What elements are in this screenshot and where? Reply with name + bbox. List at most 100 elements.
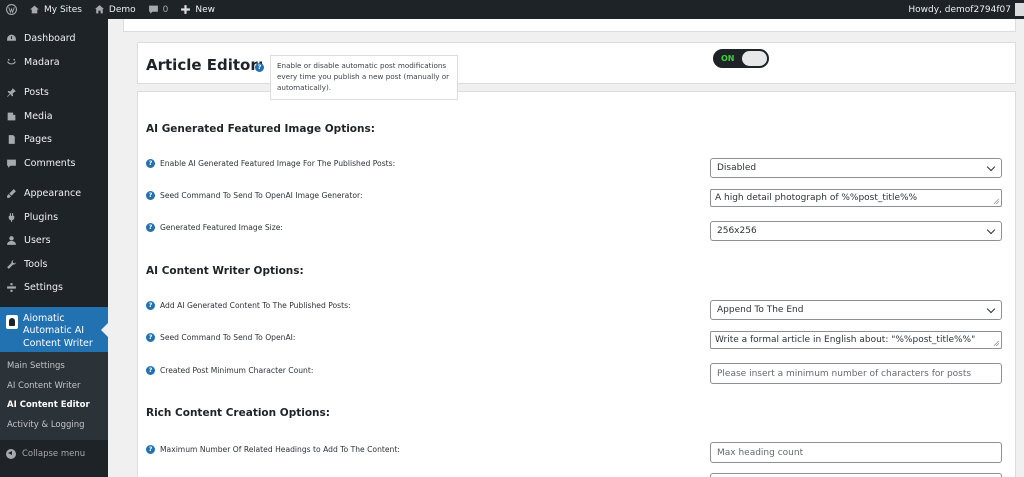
row-label-min-chars: ? Created Post Minimum Character Count: (146, 366, 313, 375)
comments-menu[interactable]: 0 (142, 0, 175, 19)
my-account-menu[interactable]: Howdy, demof2794f07 (902, 0, 1024, 19)
max-headings-input[interactable]: Max heading count (710, 442, 1002, 463)
my-sites-label: My Sites (44, 4, 82, 15)
sidebar-item-madara[interactable]: Madara (0, 51, 108, 75)
sidebar-item-label: Dashboard (24, 33, 76, 45)
sidebar-item-dashboard[interactable]: Dashboard (0, 27, 108, 51)
site-name-menu[interactable]: Demo (88, 0, 142, 19)
sidebar-item-settings[interactable]: Settings (0, 276, 108, 300)
sidebar-item-label: Posts (24, 87, 49, 99)
comment-icon (7, 159, 16, 168)
sidebar-item-media[interactable]: Media (0, 105, 108, 129)
help-icon[interactable]: ? (146, 159, 155, 168)
avatar (1015, 3, 1024, 16)
select-value: Append To The End (717, 305, 804, 315)
field-label: Created Post Minimum Character Count: (160, 366, 314, 375)
collapse-menu-button[interactable]: Collapse menu (0, 442, 108, 466)
enable-image-select[interactable]: Disabled (710, 158, 1002, 178)
new-content-menu[interactable]: New (174, 0, 221, 19)
article-editor-header: Article Editor: ? (137, 42, 1016, 84)
field-label: Add AI Generated Content To The Publishe… (160, 301, 351, 310)
help-icon[interactable]: ? (255, 63, 264, 72)
aiomatic-submenu: Main Settings AI Content Writer AI Conte… (0, 351, 108, 440)
admin-bar: My Sites Demo 0 New Howdy, demof2794f07 (0, 0, 1024, 19)
help-icon[interactable]: ? (146, 333, 155, 342)
textarea-value: Write a formal article in English about:… (715, 335, 976, 345)
row-label-max-headings: ? Maximum Number Of Related Headings to … (146, 445, 400, 454)
input-placeholder: Max heading count (717, 447, 804, 458)
field-label: Seed Command To Send To OpenAI: (160, 333, 296, 342)
wordpress-logo[interactable] (0, 0, 23, 19)
submenu-activity-logging[interactable]: Activity & Logging (0, 415, 108, 435)
submenu-ai-content-writer[interactable]: AI Content Writer (0, 376, 108, 396)
row-label-seed-content: ? Seed Command To Send To OpenAI: (146, 333, 295, 342)
section-heading-image: AI Generated Featured Image Options: (146, 123, 375, 135)
plugin-icon (8, 212, 15, 222)
sidebar-item-plugins[interactable]: Plugins (0, 206, 108, 230)
top-panel-edge (123, 19, 1016, 32)
field-label: Maximum Number Of Related Headings to Ad… (160, 445, 400, 454)
sidebar-item-aiomatic[interactable]: Aiomatic Automatic AI Content Writer (0, 306, 108, 352)
select-value: Disabled (717, 163, 757, 173)
my-sites-menu[interactable]: My Sites (23, 0, 88, 19)
image-size-select[interactable]: 256x256 (710, 221, 1002, 241)
page-title: Article Editor: (146, 56, 264, 74)
options-panel: AI Generated Featured Image Options: ? E… (137, 91, 1016, 477)
comments-count: 0 (162, 4, 169, 15)
help-icon[interactable]: ? (146, 223, 155, 232)
site-name-label: Demo (108, 4, 136, 15)
brush-icon (7, 189, 16, 199)
toggle-knob (742, 51, 767, 66)
sidebar-item-appearance[interactable]: Appearance (0, 182, 108, 206)
howdy-label: Howdy, demof2794f07 (908, 4, 1011, 15)
min-chars-input[interactable]: Please insert a minimum number of charac… (710, 363, 1002, 384)
madara-icon (7, 58, 16, 65)
section-heading-rich: Rich Content Creation Options: (146, 407, 330, 419)
section-heading-content: AI Content Writer Options: (146, 265, 304, 277)
admin-sidebar: Dashboard Madara Posts Media Pages Comme… (0, 19, 108, 477)
sidebar-item-comments[interactable]: Comments (0, 152, 108, 176)
help-tooltip: Enable or disable automatic post modific… (270, 55, 458, 100)
toggle-state-label: ON (721, 54, 735, 63)
field-label: Enable AI Generated Featured Image For T… (160, 159, 396, 168)
pages-icon (8, 135, 15, 145)
submenu-ai-content-editor[interactable]: AI Content Editor (0, 396, 108, 416)
sidebar-item-label: Pages (24, 134, 52, 146)
help-icon[interactable]: ? (146, 445, 155, 454)
sites-icon (30, 5, 39, 14)
field-label: Generated Featured Image Size: (160, 223, 283, 232)
comment-bubble-icon (148, 5, 158, 14)
sidebar-item-pages[interactable]: Pages (0, 128, 108, 152)
row-label-image-size: ? Generated Featured Image Size: (146, 223, 283, 232)
next-field-edge[interactable] (710, 473, 1002, 477)
media-icon (7, 112, 16, 121)
help-icon[interactable]: ? (146, 191, 155, 200)
submenu-main-settings[interactable]: Main Settings (0, 357, 108, 377)
collapse-arrow-icon (6, 448, 16, 459)
plus-icon (181, 5, 191, 14)
help-icon[interactable]: ? (146, 366, 155, 375)
sidebar-item-users[interactable]: Users (0, 229, 108, 253)
new-label: New (195, 4, 216, 15)
sidebar-item-posts[interactable]: Posts (0, 81, 108, 105)
sidebar-item-label: Settings (24, 282, 63, 294)
article-editor-toggle[interactable]: ON (713, 49, 769, 68)
seed-image-textarea[interactable]: A high detail photograph of %%post_title… (710, 189, 1002, 207)
add-content-select[interactable]: Append To The End (710, 300, 1002, 320)
sidebar-item-label: Media (24, 110, 53, 122)
row-label-add-content: ? Add AI Generated Content To The Publis… (146, 301, 351, 310)
sidebar-item-tools[interactable]: Tools (0, 253, 108, 277)
dashboard-icon (7, 34, 16, 41)
input-placeholder: Please insert a minimum number of charac… (717, 368, 972, 379)
sidebar-item-label: Madara (24, 56, 60, 68)
select-value: 256x256 (717, 226, 757, 236)
row-label-enable-image: ? Enable AI Generated Featured Image For… (146, 159, 395, 168)
current-menu-arrow (101, 322, 108, 337)
sidebar-item-label: Appearance (24, 188, 82, 200)
settings-icon (7, 283, 16, 293)
collapse-label: Collapse menu (22, 448, 86, 459)
help-icon[interactable]: ? (146, 301, 155, 310)
seed-content-textarea[interactable]: Write a formal article in English about:… (710, 331, 1002, 349)
sidebar-item-label: Users (24, 235, 51, 247)
sidebar-active-label: Aiomatic Automatic AI Content Writer (23, 312, 93, 349)
